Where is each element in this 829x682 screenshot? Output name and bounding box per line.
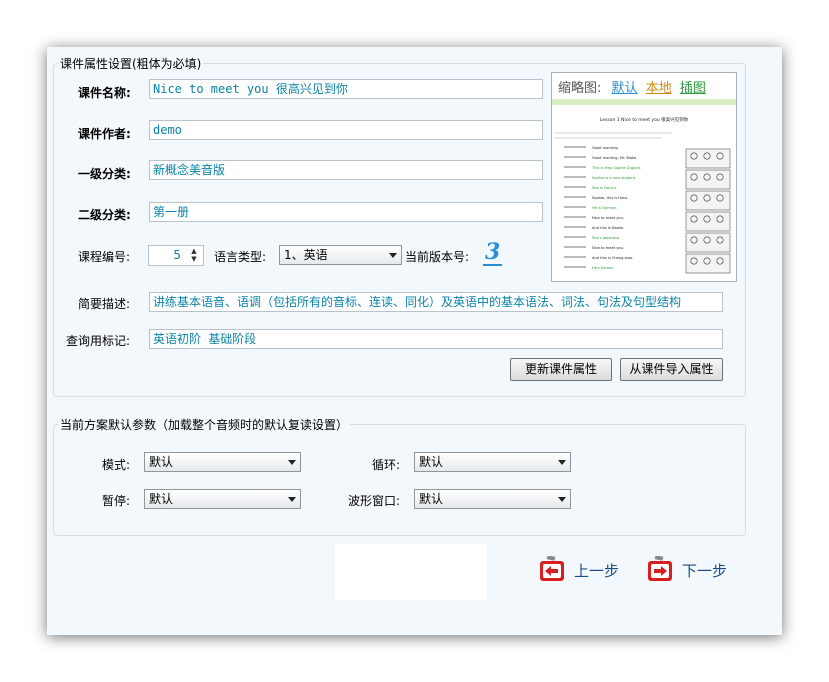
lesson-preview-image: Lesson 3 Nice to meet you 很高兴见到你 Good mo… [552,99,736,281]
preview-top-bar [552,99,736,105]
previous-step-label: 上一步 [574,562,620,580]
preview-title: Lesson 3 Nice to meet you 很高兴见到你 [600,116,689,123]
preview-cartoon-frame [685,148,731,169]
mode-select-value: 默认 [149,455,174,469]
preview-speaker [564,186,586,188]
waveform-window-label: 波形窗口: [348,494,401,508]
preview-speaker [564,176,586,178]
language-select-value: 1、英语 [284,248,328,262]
preview-cartoon-frame [685,169,731,190]
tags-label: 查询用标记: [66,334,131,348]
preview-dialogue: Good morning. Good morning, Mr. Blake. Thi… [564,146,641,270]
version-label: 当前版本号: [405,250,470,264]
preview-speaker [564,266,586,268]
courseware-properties-legend: 课件属性设置(粗体为必填) [60,57,202,71]
preview-line: Nice to meet you. [592,216,624,220]
preview-line: This is Miss Sophie Dupont. [591,166,641,170]
name-label: 课件名称: [78,86,131,100]
blank-area [335,544,487,600]
author-label: 课件作者: [78,127,131,141]
preview-speaker [564,226,586,228]
preview-speaker [564,216,586,218]
name-field[interactable]: Nice to meet you 很高兴见到你 [149,79,543,99]
course-number-label: 课程编号: [78,250,131,264]
tags-field[interactable]: 英语初阶 基础阶段 [149,329,723,349]
pause-select-value: 默认 [149,492,174,506]
preview-speaker [564,166,586,168]
preview-speaker [564,196,586,198]
back-arrow-icon [540,556,564,581]
preview-line: Sophie is a new student. [592,176,636,180]
chevron-down-icon [288,460,296,465]
category1-label: 一级分类: [78,167,131,181]
course-number-stepper[interactable]: 5 ▲ ▼ [148,245,204,266]
language-label: 语言类型: [214,250,267,264]
thumbnail-box: 缩略图: 默认 本地 插图 Lesson 3 Nice to meet you … [551,72,737,282]
loop-label: 循环: [372,458,401,472]
preview-line: And this is Naoko. [592,226,624,230]
thumbnail-default-link[interactable]: 默认 [612,81,638,96]
stepper-arrows-icon[interactable]: ▲ ▼ [187,247,201,264]
loop-select-value: 默认 [419,455,444,469]
thumbnail-label: 缩略图: [558,81,602,96]
forward-arrow-icon [648,556,672,581]
chevron-down-icon [389,253,397,258]
preview-cartoons [685,148,731,274]
preview-cartoon-frame [685,232,731,253]
chevron-down-icon [558,497,566,502]
preview-speaker [564,146,586,148]
preview-line: He's Korean. [592,266,615,270]
preview-speaker [564,256,586,258]
chevron-down-icon [558,460,566,465]
preview-speaker [564,246,586,248]
waveform-window-select-value: 默认 [419,492,444,506]
thumbnail-clipart-link[interactable]: 插图 [680,81,706,96]
pause-select[interactable]: 默认 [144,489,301,509]
thumbnail-header: 缩略图: 默认 本地 插图 [558,77,706,96]
preview-line: Sophie, this is Hans. [592,196,628,200]
category1-field[interactable]: 新概念美音版 [149,160,543,180]
preview-line: Nice to meet you. [592,246,624,250]
mode-label: 模式: [102,458,131,472]
chevron-down-icon [288,497,296,502]
update-properties-button[interactable]: 更新课件属性 [510,358,612,381]
preview-line: And this is Chang-woo. [592,256,633,260]
version-number: 3 [483,239,503,266]
default-settings-group: 当前方案默认参数（加载整个音频时的默认复读设置） [53,416,746,536]
description-field[interactable]: 讲练基本语音、语调（包括所有的音标、连读、同化）及英语中的基本语法、词法、句法及… [149,292,723,312]
previous-step-button[interactable]: 上一步 [538,556,633,586]
preview-cartoon-frame [685,253,731,274]
language-select[interactable]: 1、英语 [279,245,402,265]
preview-cartoon-frame [685,211,731,232]
preview-line: Good morning. [592,146,619,150]
category2-label: 二级分类: [78,208,131,222]
loop-select[interactable]: 默认 [414,452,571,472]
author-field[interactable]: demo [149,120,543,140]
preview-line: She is French. [592,186,617,190]
preview-speaker [564,236,586,238]
pause-label: 暂停: [102,494,131,508]
description-label: 简要描述: [78,297,131,311]
category2-field[interactable]: 第一册 [149,202,543,222]
preview-speaker [564,156,586,158]
preview-line: He is German. [592,206,618,210]
mode-select[interactable]: 默认 [144,452,301,472]
preview-cartoon-frame [685,190,731,211]
course-number-value: 5 [173,248,181,262]
next-step-label: 下一步 [682,562,728,580]
preview-line: Good morning, Mr. Blake. [592,156,637,160]
thumbnail-local-link[interactable]: 本地 [646,81,672,96]
import-properties-button[interactable]: 从课件导入属性 [620,358,723,381]
waveform-window-select[interactable]: 默认 [414,489,571,509]
default-settings-legend: 当前方案默认参数（加载整个音频时的默认复读设置） [60,418,349,432]
preview-line: She's Japanese. [592,236,620,240]
next-step-button[interactable]: 下一步 [646,556,741,586]
preview-speaker [564,206,586,208]
